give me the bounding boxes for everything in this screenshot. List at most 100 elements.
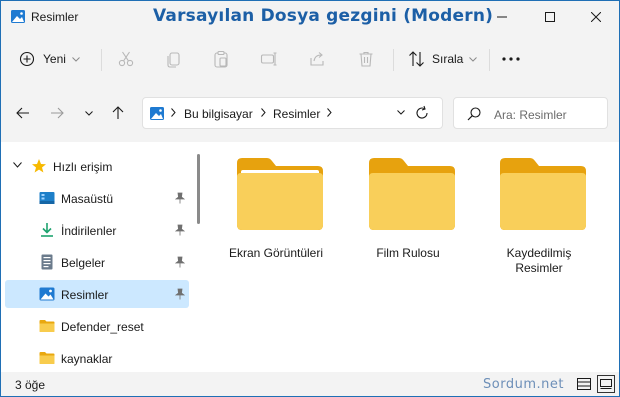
address-row: Bu bilgisayar Resimler Ara: Resimler — [1, 95, 619, 131]
rename-button[interactable] — [260, 45, 278, 73]
copy-icon — [167, 52, 180, 68]
chevron-down-icon[interactable] — [13, 162, 22, 168]
chevron-down-icon[interactable] — [397, 110, 405, 115]
paste-button[interactable] — [212, 45, 230, 73]
nav-item-pictures[interactable]: Resimler — [5, 280, 189, 308]
nav-item-quick-access[interactable]: Hızlı erişim — [5, 152, 189, 180]
folder-icon — [369, 158, 455, 230]
window-title: Resimler — [31, 10, 79, 24]
nav-item-documents[interactable]: Belgeler — [5, 248, 189, 276]
folder-icon — [39, 320, 55, 332]
item-count: 3 öğe — [15, 378, 46, 392]
share-button[interactable] — [308, 45, 326, 73]
chevron-right-icon — [171, 108, 176, 117]
rename-icon — [260, 52, 277, 66]
nav-label-pictures: Resimler — [61, 288, 109, 302]
nav-label-documents: Belgeler — [61, 256, 106, 270]
refresh-icon[interactable] — [414, 105, 430, 121]
minimize-icon — [497, 16, 507, 18]
chevron-right-icon — [261, 108, 266, 117]
breadcrumb-this-pc[interactable]: Bu bilgisayar — [184, 107, 253, 121]
folder-tile[interactable]: Film Rulosu — [353, 142, 463, 272]
up-button[interactable] — [108, 103, 128, 123]
nav-item-kaynaklar[interactable]: kaynaklar — [5, 344, 189, 372]
nav-item-downloads[interactable]: İndirilenler — [5, 216, 189, 244]
share-icon — [310, 52, 324, 66]
separator — [489, 49, 490, 71]
pictures-icon — [150, 107, 164, 120]
close-icon — [591, 12, 601, 22]
more-icon — [502, 57, 520, 61]
separator — [393, 49, 394, 71]
nav-label-quick-access: Hızlı erişim — [53, 160, 113, 174]
download-icon — [41, 223, 53, 237]
plus-circle-icon — [19, 51, 35, 67]
arrow-left-icon — [16, 107, 29, 119]
large-icons-view-button[interactable] — [597, 375, 615, 393]
close-button[interactable] — [573, 1, 619, 33]
pin-icon[interactable] — [175, 192, 185, 204]
folder-icon — [237, 158, 323, 230]
more-options-button[interactable] — [502, 45, 520, 73]
folder-label: Ekran Görüntüleri — [228, 246, 324, 260]
details-view-button[interactable] — [575, 375, 593, 393]
pin-icon[interactable] — [175, 288, 185, 300]
star-icon — [32, 159, 46, 173]
arrow-up-icon — [112, 106, 124, 119]
cut-button[interactable] — [117, 45, 135, 73]
search-field[interactable]: Ara: Resimler — [453, 97, 608, 129]
search-icon — [467, 107, 481, 121]
nav-item-desktop[interactable]: Masaüstü — [5, 184, 189, 212]
pictures-icon — [39, 287, 55, 301]
navigation-pane: Hızlı erişim Masaüstü İndirilenler Belge… — [1, 142, 200, 372]
folder-label: Film Rulosu — [376, 246, 440, 260]
documents-icon — [41, 254, 53, 270]
folder-icon — [500, 158, 586, 230]
sort-icon — [409, 51, 424, 67]
nav-label-desktop: Masaüstü — [61, 192, 114, 206]
details-view-icon — [577, 378, 591, 390]
minimize-button[interactable] — [479, 1, 525, 33]
arrow-right-icon — [51, 107, 64, 119]
pin-icon[interactable] — [175, 256, 185, 268]
pictures-icon — [11, 10, 25, 23]
back-button[interactable] — [13, 103, 33, 123]
nav-label-downloads: İndirilenler — [61, 224, 117, 238]
copy-button[interactable] — [165, 45, 183, 73]
breadcrumb-pictures[interactable]: Resimler — [273, 107, 320, 121]
nav-label-kaynaklar: kaynaklar — [61, 352, 113, 366]
content-area: Hızlı erişim Masaüstü İndirilenler Belge… — [1, 142, 619, 372]
title-bar: Resimler Varsayılan Dosya gezgini (Moder… — [1, 1, 619, 33]
file-explorer-window: Resimler Varsayılan Dosya gezgini (Moder… — [0, 0, 620, 397]
maximize-icon — [545, 12, 555, 22]
sort-button[interactable]: Sırala — [408, 45, 478, 73]
command-bar: Yeni Sırala — [1, 37, 619, 83]
paste-icon — [214, 50, 228, 68]
status-bar: 3 öğe Sordum.net — [1, 372, 619, 396]
large-icons-view-icon — [600, 378, 612, 389]
nav-label-defender-reset: Defender_reset — [61, 320, 144, 334]
cut-icon — [118, 51, 134, 67]
desktop-icon — [39, 192, 55, 204]
watermark: Sordum.net — [483, 377, 564, 392]
chevron-down-icon — [85, 110, 93, 116]
chevron-down-icon — [72, 56, 80, 62]
delete-icon — [359, 51, 373, 67]
nav-pane-scrollbar[interactable] — [197, 154, 200, 224]
maximize-button[interactable] — [527, 1, 573, 33]
folder-tile[interactable]: Kaydedilmiş Resimler — [484, 142, 594, 275]
recent-locations-button[interactable] — [79, 103, 99, 123]
sort-button-label: Sırala — [432, 52, 464, 66]
pin-icon[interactable] — [175, 224, 185, 236]
forward-button[interactable] — [47, 103, 67, 123]
separator — [101, 49, 102, 71]
nav-item-defender-reset[interactable]: Defender_reset — [5, 312, 189, 340]
address-bar[interactable]: Bu bilgisayar Resimler — [142, 97, 443, 129]
new-button[interactable]: Yeni — [19, 45, 80, 73]
new-button-label: Yeni — [43, 52, 66, 66]
chevron-down-icon — [469, 56, 478, 62]
folder-icon — [39, 352, 55, 364]
delete-button[interactable] — [357, 45, 375, 73]
folder-tile[interactable]: Ekran Görüntüleri — [221, 142, 331, 272]
search-placeholder: Ara: Resimler — [494, 108, 567, 122]
